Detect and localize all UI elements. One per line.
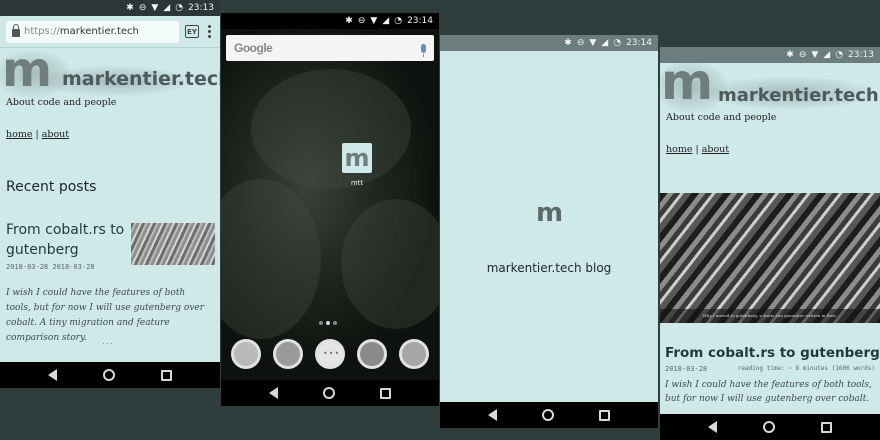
signal-icon: ◢ [601, 37, 609, 48]
android-nav-bar [0, 362, 220, 388]
bluetooth-icon: ✱ [564, 37, 572, 48]
browser-icon[interactable] [273, 339, 303, 369]
status-bar: ✱ ⊖ ▼ ◢ ◔ 23:14 [221, 13, 439, 29]
post-title: From cobalt.rs to gutenberg [665, 345, 880, 361]
site-title[interactable]: markentier.tech [718, 85, 879, 106]
nav-about-link[interactable]: about [702, 144, 729, 155]
back-icon[interactable] [708, 421, 717, 433]
site-nav: home | about [666, 144, 729, 155]
recents-icon[interactable] [599, 409, 611, 421]
sync-icon: ◔ [613, 37, 622, 48]
android-nav-bar [221, 380, 439, 406]
dnd-icon: ⊖ [357, 15, 366, 26]
bluetooth-icon: ✱ [345, 15, 353, 26]
post-date: 2018-03-28 [665, 365, 708, 373]
sync-icon: ◔ [394, 15, 403, 26]
post-excerpt: I wish I could have the features of both… [665, 380, 872, 404]
url-field[interactable]: https://markentier.tech [6, 20, 179, 43]
phone-post-page: ✱ ⊖ ▼ ◢ ◔ 23:13 m markentier.tech About … [660, 47, 880, 440]
nav-separator: | [32, 129, 42, 140]
android-nav-bar [660, 414, 880, 440]
home-icon[interactable] [322, 387, 335, 399]
recents-icon[interactable] [161, 369, 172, 381]
sync-icon: ◔ [835, 49, 844, 60]
post-thumbnail[interactable] [131, 223, 215, 265]
back-icon[interactable] [48, 369, 57, 381]
messaging-icon[interactable] [357, 339, 387, 369]
status-time: 23:14 [407, 16, 433, 26]
signal-icon: ◢ [163, 2, 171, 13]
telegram-icon[interactable] [399, 339, 429, 369]
home-icon[interactable] [541, 409, 554, 421]
nav-separator: | [692, 144, 702, 155]
site-tagline: About code and people [6, 97, 117, 108]
app-drawer-icon[interactable] [315, 339, 345, 369]
status-bar: ✱ ⊖ ▼ ◢ ◔ 23:14 [440, 35, 658, 51]
lock-icon [12, 24, 20, 37]
back-icon[interactable] [268, 387, 278, 399]
site-header: m markentier.tech [0, 46, 220, 100]
hero-caption: Why I moved to gutenberg, a static site … [660, 309, 880, 323]
dnd-icon: ⊖ [798, 49, 807, 60]
recent-posts-heading: Recent posts [6, 179, 97, 195]
more-indicator: ... [102, 337, 114, 347]
back-icon[interactable] [487, 409, 497, 421]
sync-icon: ◔ [175, 2, 184, 13]
wifi-icon: ▼ [370, 15, 378, 26]
url-scheme: https:// [24, 26, 60, 37]
home-icon[interactable] [103, 369, 115, 381]
post-meta: 2018-03-28 reading time: ~ 8 minutes (16… [665, 365, 875, 373]
site-tagline: About code and people [666, 112, 777, 123]
mic-icon[interactable] [421, 43, 426, 57]
wifi-icon: ▼ [589, 37, 597, 48]
status-time: 23:13 [188, 3, 214, 13]
status-time: 23:13 [848, 50, 874, 60]
google-logo: Google [234, 41, 273, 55]
site-logo[interactable]: m [2, 46, 52, 94]
signal-icon: ◢ [823, 49, 831, 60]
overflow-menu-icon[interactable] [205, 25, 214, 38]
bluetooth-icon: ✱ [786, 49, 794, 60]
android-nav-bar [440, 402, 658, 428]
app-dock [231, 339, 429, 369]
site-title[interactable]: markentier.tech [62, 68, 220, 90]
status-bar: ✱ ⊖ ▼ ◢ ◔ 23:13 [0, 0, 220, 16]
recents-icon[interactable] [821, 421, 832, 433]
post-date: 2018-03-28 2018-03-28 [6, 263, 95, 271]
post-title-link[interactable]: From cobalt.rs to gutenberg [6, 220, 126, 260]
chrome-icon[interactable] [231, 339, 261, 369]
recents-icon[interactable] [380, 387, 392, 399]
wallpaper [221, 29, 439, 380]
splash-logo: m [536, 198, 564, 228]
tabs-icon[interactable]: EY [185, 25, 199, 38]
dnd-icon: ⊖ [138, 2, 147, 13]
nav-about-link[interactable]: about [42, 129, 69, 140]
url-host: markentier.tech [59, 26, 139, 37]
bluetooth-icon: ✱ [126, 2, 134, 13]
home-icon[interactable] [763, 421, 775, 433]
wifi-icon: ▼ [811, 49, 819, 60]
signal-icon: ◢ [382, 15, 390, 26]
page-indicator [319, 321, 337, 325]
app-label-mtt: mtt [350, 179, 364, 187]
post-hero-image [660, 193, 880, 323]
dnd-icon: ⊖ [576, 37, 585, 48]
app-icon-mtt[interactable]: m [342, 143, 372, 173]
phone-homescreen: ✱ ⊖ ▼ ◢ ◔ 23:14 Google m mtt [221, 13, 439, 406]
google-search-bar[interactable]: Google [226, 35, 434, 61]
wifi-icon: ▼ [151, 2, 159, 13]
site-logo[interactable]: m [661, 57, 713, 107]
status-time: 23:14 [626, 38, 652, 48]
site-nav: home | about [6, 129, 69, 140]
splash-title: markentier.tech blog [486, 261, 612, 275]
reading-time: reading time: ~ 8 minutes (1606 words) [737, 365, 875, 372]
phone-splash: ✱ ⊖ ▼ ◢ ◔ 23:14 m markentier.tech blog [440, 35, 658, 428]
nav-home-link[interactable]: home [666, 144, 692, 155]
phone-browser-home: ✱ ⊖ ▼ ◢ ◔ 23:13 https://markentier.tech … [0, 0, 220, 388]
nav-home-link[interactable]: home [6, 129, 32, 140]
